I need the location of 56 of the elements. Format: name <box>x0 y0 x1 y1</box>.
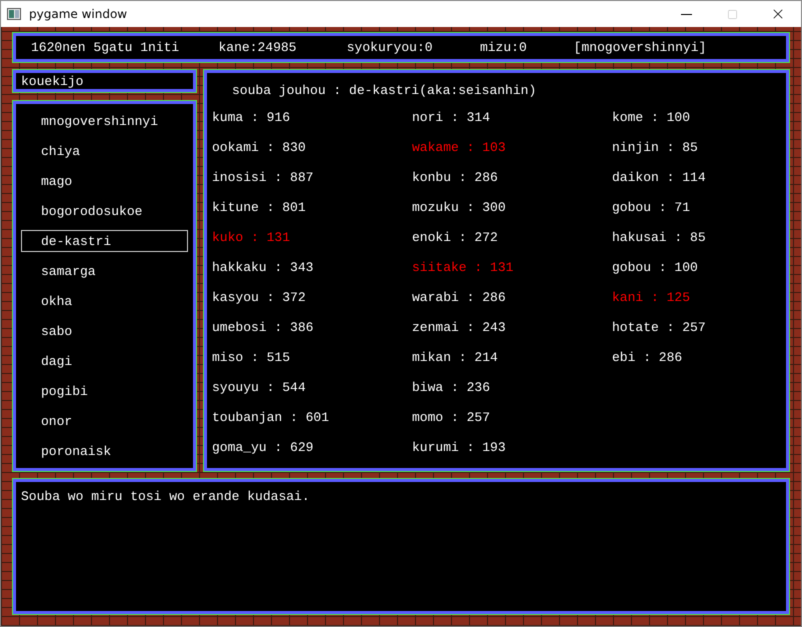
city-item[interactable]: sabo <box>21 316 188 346</box>
city-item[interactable]: dagi <box>21 346 188 376</box>
maximize-icon <box>726 8 738 20</box>
message-text: Souba wo miru tosi wo erande kudasai. <box>21 489 310 504</box>
price-text: siitake : 131 <box>412 258 514 276</box>
price-text: ebi : 286 <box>612 348 684 366</box>
status-text: 1620nen 5gatu 1niti <box>31 40 180 55</box>
price-text: kasyou : 372 <box>212 288 307 306</box>
price-text: hakusai : 85 <box>612 228 707 246</box>
city-item[interactable]: onor <box>21 406 188 436</box>
price-text: gobou : 71 <box>612 198 692 216</box>
app-icon <box>7 7 21 21</box>
status-text: [mnogovershinnyi] <box>574 40 708 55</box>
city-item[interactable]: de-kastri <box>21 230 188 252</box>
city-item[interactable]: poronaisk <box>21 436 188 466</box>
window-title: pygame window <box>29 7 128 21</box>
city-item[interactable]: samarga <box>21 256 188 286</box>
price-text: nori : 314 <box>412 108 492 126</box>
price-text: hakkaku : 343 <box>212 258 314 276</box>
price-text: momo : 257 <box>412 408 492 426</box>
price-text: umebosi : 386 <box>212 318 314 336</box>
price-text: ookami : 830 <box>212 138 307 156</box>
price-text: kuma : 916 <box>212 108 292 126</box>
city-item[interactable]: mnogovershinnyi <box>21 106 188 136</box>
price-text: daikon : 114 <box>612 168 707 186</box>
price-text: mozuku : 300 <box>412 198 507 216</box>
price-text: inosisi : 887 <box>212 168 314 186</box>
price-text: kurumi : 193 <box>412 438 507 456</box>
price-text: mikan : 214 <box>412 348 499 366</box>
city-item[interactable]: mago <box>21 166 188 196</box>
status-text: kane:24985 <box>218 40 298 55</box>
price-text: zenmai : 243 <box>412 318 507 336</box>
price-text: syouyu : 544 <box>212 378 307 396</box>
price-text: konbu : 286 <box>412 168 499 186</box>
city-item[interactable]: bogorodosukoe <box>21 196 188 226</box>
price-text: hotate : 257 <box>612 318 707 336</box>
price-text: kuko : 131 <box>212 228 292 246</box>
price-text: kome : 100 <box>612 108 692 126</box>
price-text: kani : 125 <box>612 288 692 306</box>
price-text: ninjin : 85 <box>612 138 699 156</box>
price-text: enoki : 272 <box>412 228 499 246</box>
status-text: syokuryou:0 <box>346 40 434 55</box>
price-text: gobou : 100 <box>612 258 699 276</box>
price-text: biwa : 236 <box>412 378 492 396</box>
price-text: kitune : 801 <box>212 198 307 216</box>
city-item[interactable]: pogibi <box>21 376 188 406</box>
market-title: souba jouhou : de-kastri(aka:seisanhin) <box>231 82 538 100</box>
status-text: mizu:0 <box>480 40 528 55</box>
price-text: wakame : 103 <box>412 138 507 156</box>
price-text: warabi : 286 <box>412 288 507 306</box>
city-item[interactable]: chiya <box>21 136 188 166</box>
price-text: toubanjan : 601 <box>212 408 330 426</box>
place-label: kouekijo <box>21 74 84 88</box>
price-text: goma_yu : 629 <box>212 438 314 456</box>
city-item[interactable]: okha <box>21 286 188 316</box>
price-text: miso : 515 <box>212 348 292 366</box>
